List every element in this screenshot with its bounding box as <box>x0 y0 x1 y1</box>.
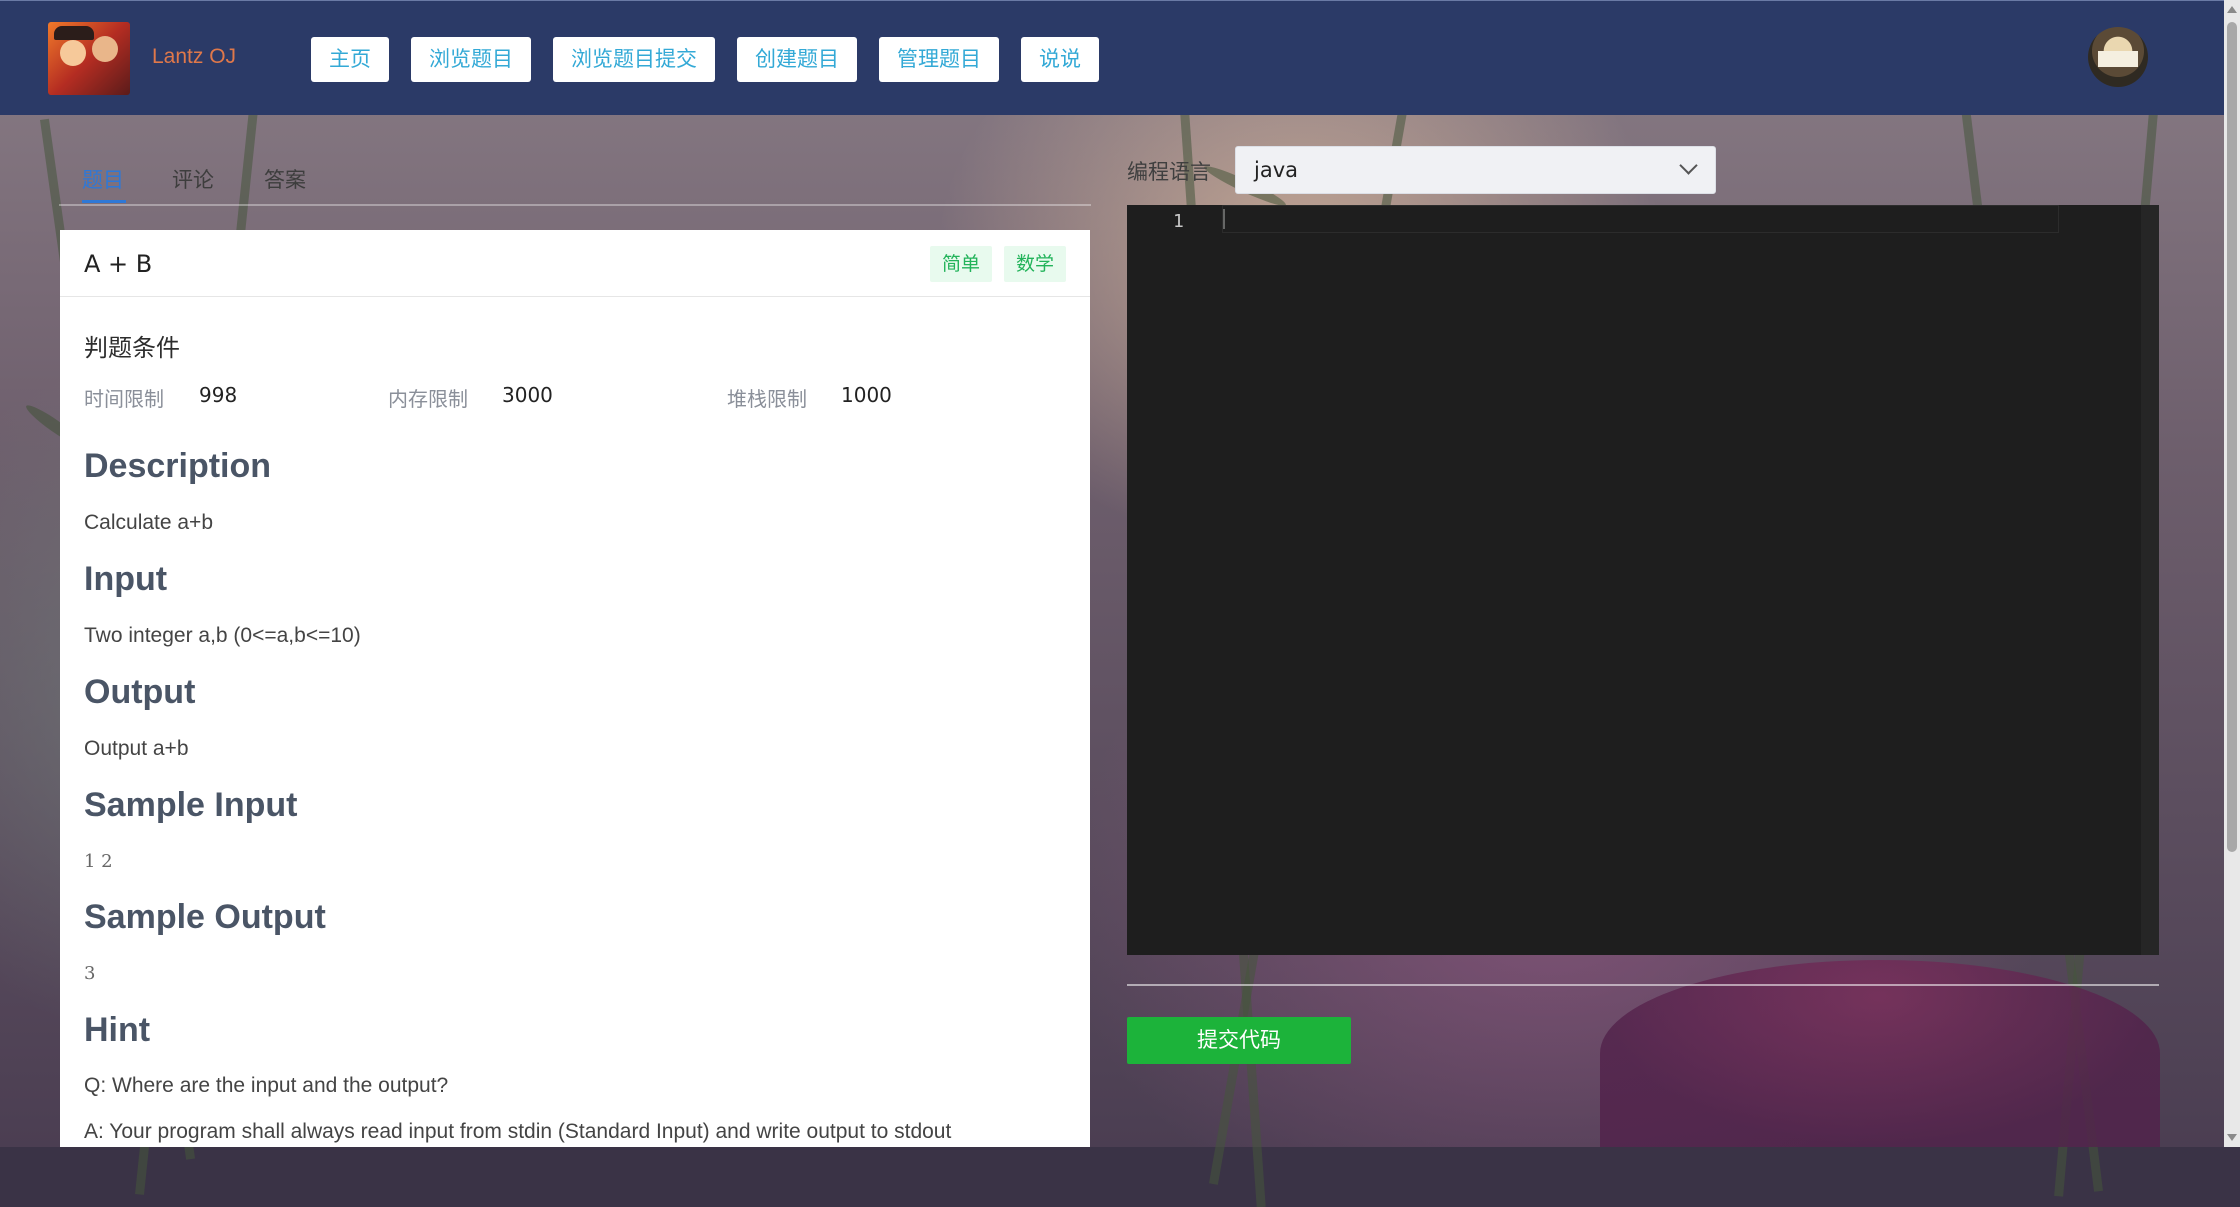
tab-comments[interactable]: 评论 <box>172 164 214 194</box>
scroll-up-icon[interactable] <box>2227 6 2237 13</box>
tab-answers[interactable]: 答案 <box>264 164 306 194</box>
memory-limit-label: 内存限制 <box>388 387 468 411</box>
problem-card: A + B 简单 数学 判题条件 时间限制 998 内存限制 3000 堆栈限制… <box>60 230 1090 1147</box>
current-line-highlight <box>1222 205 2059 233</box>
sample-input-text: 1 2 <box>84 851 113 872</box>
user-avatar[interactable] <box>2088 27 2148 87</box>
nav-manage-problems-button[interactable]: 管理题目 <box>879 37 999 82</box>
nav-home-button[interactable]: 主页 <box>311 37 389 82</box>
output-heading: Output <box>84 673 196 711</box>
scrollbar-thumb[interactable] <box>2227 22 2237 852</box>
stack-limit-label: 堆栈限制 <box>727 387 807 411</box>
submit-code-button[interactable]: 提交代码 <box>1127 1017 1351 1064</box>
hint-question: Q: Where are the input and the output? <box>84 1074 449 1097</box>
chevron-down-icon <box>1679 156 1698 175</box>
hint-heading: Hint <box>84 1011 151 1049</box>
brand-name[interactable]: Lantz OJ <box>152 45 236 69</box>
problem-title: A + B <box>84 250 153 278</box>
difficulty-tag: 简单 <box>930 246 993 282</box>
site-logo[interactable] <box>48 22 130 95</box>
section-divider <box>1127 984 2159 986</box>
language-label: 编程语言 <box>1127 160 1211 184</box>
input-text: Two integer a,b (0<=a,b<=10) <box>84 624 361 647</box>
description-heading: Description <box>84 447 272 485</box>
time-limit-value: 998 <box>199 383 238 407</box>
input-heading: Input <box>84 560 168 598</box>
main-nav: 主页 浏览题目 浏览题目提交 创建题目 管理题目 说说 <box>311 37 1099 82</box>
stack-limit-value: 1000 <box>841 383 892 407</box>
top-navbar: Lantz OJ 主页 浏览题目 浏览题目提交 创建题目 管理题目 说说 <box>0 0 2240 115</box>
active-tab-indicator <box>82 200 126 203</box>
judge-conditions-title: 判题条件 <box>84 334 180 362</box>
character-artwork <box>1600 960 2160 1147</box>
sample-output-heading: Sample Output <box>84 898 326 936</box>
code-editor[interactable]: 1 <box>1127 205 2159 955</box>
description-text: Calculate a+b <box>84 511 214 534</box>
line-number: 1 <box>1173 211 1184 232</box>
problem-card-header: A + B 简单 数学 <box>60 230 1090 297</box>
language-select-value: java <box>1254 158 1298 182</box>
sample-input-heading: Sample Input <box>84 786 298 824</box>
page-scrollbar[interactable] <box>2224 0 2240 1147</box>
category-tag: 数学 <box>1004 246 1067 282</box>
problem-tabs: 题目 评论 答案 <box>59 160 1091 206</box>
editor-scrollbar[interactable] <box>2141 205 2159 955</box>
output-text: Output a+b <box>84 737 189 760</box>
time-limit-label: 时间限制 <box>84 387 164 411</box>
nav-create-problem-button[interactable]: 创建题目 <box>737 37 857 82</box>
nav-browse-submissions-button[interactable]: 浏览题目提交 <box>553 37 715 82</box>
tab-problem[interactable]: 题目 <box>82 164 124 194</box>
sample-output-text: 3 <box>84 963 96 984</box>
language-select[interactable]: java <box>1235 146 1716 194</box>
text-cursor <box>1223 209 1225 229</box>
hint-answer: A: Your program shall always read input … <box>84 1120 952 1143</box>
nav-posts-button[interactable]: 说说 <box>1021 37 1099 82</box>
nav-browse-problems-button[interactable]: 浏览题目 <box>411 37 531 82</box>
scroll-down-icon[interactable] <box>2227 1134 2237 1141</box>
memory-limit-value: 3000 <box>502 383 553 407</box>
